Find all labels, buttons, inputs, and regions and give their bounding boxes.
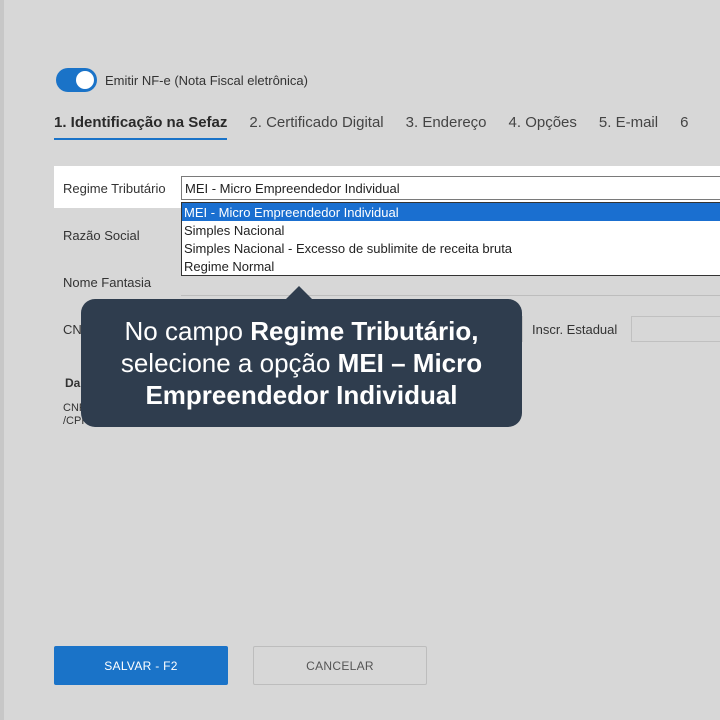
nome-fantasia-label: Nome Fantasia [63,275,152,290]
tooltip-bold-3: Empreendedor Individual [145,380,458,410]
tab-bar: 1. Identificação na Sefaz 2. Certificado… [54,114,710,140]
tooltip-bold-1: Regime Tributário, [250,316,479,346]
razao-social-label: Razão Social [63,228,140,243]
tab-email[interactable]: 5. E-mail [599,114,658,140]
cancel-button[interactable]: CANCELAR [253,646,427,685]
tooltip-bold-2: MEI – Micro [337,348,483,378]
option-simples[interactable]: Simples Nacional [182,221,720,239]
window-edge [0,0,4,720]
emit-nfe-toggle[interactable] [56,68,97,92]
tooltip-arrow [285,286,313,300]
tooltip-text-2: selecione a opção [120,348,338,378]
tab-endereco[interactable]: 3. Endereço [406,114,487,140]
regime-tributario-label: Regime Tributário [63,181,166,196]
tab-opcoes[interactable]: 4. Opções [509,114,577,140]
tooltip-text-1: No campo [124,316,251,346]
instruction-tooltip: No campo Regime Tributário, selecione a … [81,299,522,427]
nome-fantasia-input[interactable] [181,295,720,296]
cnpj-label: CN [63,322,82,337]
inscr-estadual-label: Inscr. Estadual [532,322,618,337]
option-mei[interactable]: MEI - Micro Empreendedor Individual [182,203,720,221]
tab-6[interactable]: 6 [680,114,688,140]
emit-nfe-label: Emitir NF-e (Nota Fiscal eletrônica) [105,72,308,88]
regime-tributario-select[interactable]: MEI - Micro Empreendedor Individual [181,176,720,200]
toggle-knob [76,71,94,89]
tab-identificacao[interactable]: 1. Identificação na Sefaz [54,114,228,140]
tab-certificado[interactable]: 2. Certificado Digital [249,114,383,140]
inscr-estadual-input[interactable] [631,316,720,342]
emit-nfe-row: Emitir NF-e (Nota Fiscal eletrônica) [56,68,308,92]
option-simples-excesso[interactable]: Simples Nacional - Excesso de sublimite … [182,239,720,257]
option-regime-normal[interactable]: Regime Normal [182,257,720,275]
regime-dropdown: MEI - Micro Empreendedor Individual Simp… [181,202,720,276]
save-button[interactable]: SALVAR - F2 [54,646,228,685]
section-heading: Da [65,376,81,390]
